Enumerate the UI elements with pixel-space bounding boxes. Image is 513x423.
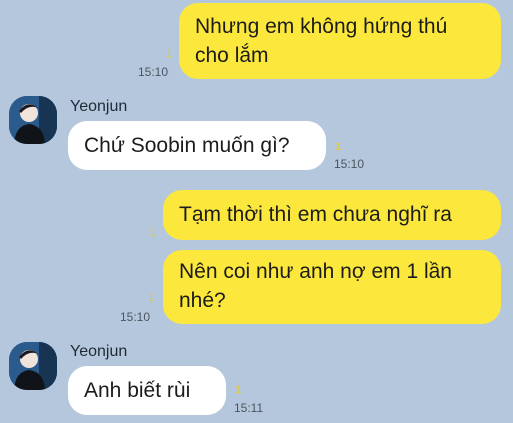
- message-time: 15:11: [234, 401, 264, 415]
- message-bubble-sent[interactable]: Nhưng em không hứng thú cho lắm: [179, 3, 501, 79]
- avatar-image: [9, 342, 57, 390]
- read-count: 1: [235, 384, 242, 396]
- avatar[interactable]: [9, 96, 57, 144]
- message-bubble-received[interactable]: Anh biết rùi: [68, 366, 226, 415]
- message-bubble-sent[interactable]: Tạm thời thì em chưa nghĩ ra: [163, 190, 501, 240]
- avatar-image: [9, 96, 57, 144]
- sender-name: Yeonjun: [70, 343, 128, 360]
- message-time: 15:10: [334, 157, 365, 171]
- message-time: 15:10: [138, 65, 169, 79]
- avatar[interactable]: [9, 342, 57, 390]
- message-bubble-sent[interactable]: Nên coi như anh nợ em 1 lần nhé?: [163, 250, 501, 324]
- read-count: 1: [166, 48, 173, 60]
- read-count: 1: [148, 292, 155, 304]
- message-bubble-received[interactable]: Chứ Soobin muốn gì?: [68, 121, 326, 170]
- read-count: 1: [335, 141, 342, 153]
- message-time: 15:10: [120, 310, 151, 324]
- sender-name: Yeonjun: [70, 98, 128, 115]
- read-count: 1: [150, 227, 157, 239]
